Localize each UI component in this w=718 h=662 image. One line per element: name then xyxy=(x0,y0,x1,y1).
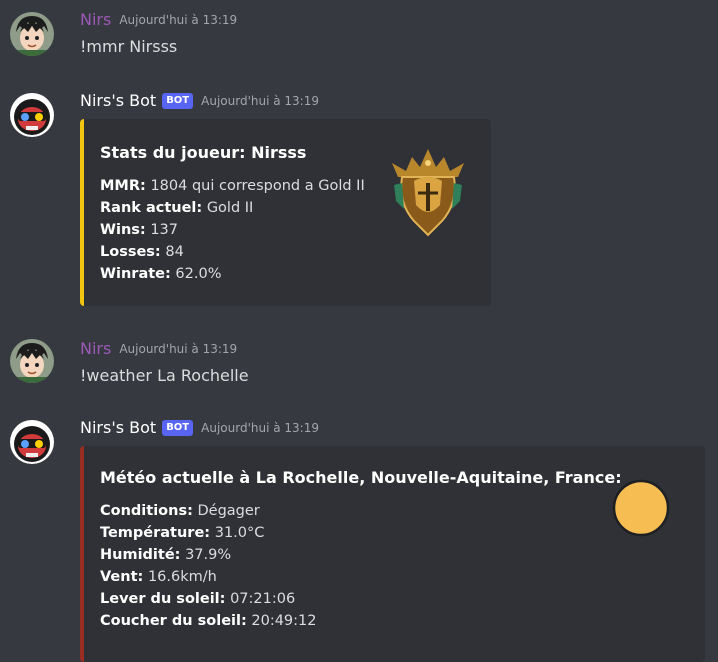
field-label: Température: xyxy=(100,525,211,541)
message-text: !mmr Nirsss xyxy=(80,37,178,56)
field-value: 20:49:12 xyxy=(251,613,317,629)
embed-field: Vent: 16.6km/h xyxy=(100,569,217,585)
field-label: Coucher du soleil: xyxy=(100,613,247,629)
bot-avatar[interactable] xyxy=(10,420,54,464)
message-header: Nirs's Bot BOT Aujourd'hui à 13:19 xyxy=(80,418,319,437)
field-value: 137 xyxy=(150,222,179,238)
embed-field: Lever du soleil: 07:21:06 xyxy=(100,591,295,607)
field-label: Wins: xyxy=(100,222,146,238)
embed-field: Température: 31.0°C xyxy=(100,525,264,541)
embed-field: Conditions: Dégager xyxy=(100,503,260,519)
field-value: 07:21:06 xyxy=(230,591,296,607)
field-label: MMR: xyxy=(100,178,146,194)
embed-field: Humidité: 37.9% xyxy=(100,547,231,563)
bot-tag: BOT xyxy=(162,419,194,436)
field-value: 1804 qui correspond a Gold II xyxy=(150,178,365,194)
timestamp: Aujourd'hui à 13:19 xyxy=(201,420,319,435)
field-label: Losses: xyxy=(100,244,161,260)
embed-title: Météo actuelle à La Rochelle, Nouvelle-A… xyxy=(100,468,622,487)
bot-avatar[interactable] xyxy=(10,93,54,137)
embed-field: Wins: 137 xyxy=(100,222,178,238)
username[interactable]: Nirs's Bot xyxy=(80,418,156,437)
timestamp: Aujourd'hui à 13:19 xyxy=(119,341,238,356)
embed-accent-bar xyxy=(80,119,84,306)
field-label: Conditions: xyxy=(100,503,193,519)
embed-field: Winrate: 62.0% xyxy=(100,266,221,282)
field-value: 31.0°C xyxy=(214,525,265,541)
timestamp: Aujourd'hui à 13:19 xyxy=(201,93,319,108)
field-label: Rank actuel: xyxy=(100,200,203,216)
embed: Stats du joueur: Nirsss MMR: 1804 qui co… xyxy=(80,119,491,306)
message-header: Nirs's Bot BOT Aujourd'hui à 13:19 xyxy=(80,91,319,110)
field-label: Vent: xyxy=(100,569,144,585)
message-header: Nirs Aujourd'hui à 13:19 xyxy=(80,339,237,358)
user-avatar[interactable] xyxy=(10,339,54,383)
embed-accent-bar xyxy=(80,446,84,662)
message-3: Nirs Aujourd'hui à 13:19 !weather La Roc… xyxy=(0,339,718,395)
gold-rank-emblem-icon[interactable] xyxy=(388,143,468,239)
message-1: Nirs Aujourd'hui à 13:19 !mmr Nirsss xyxy=(0,10,718,66)
message-2: Nirs's Bot BOT Aujourd'hui à 13:19 Stats… xyxy=(0,91,718,311)
embed: Météo actuelle à La Rochelle, Nouvelle-A… xyxy=(80,446,705,662)
embed-field: Losses: 84 xyxy=(100,244,184,260)
field-value: 84 xyxy=(165,244,184,260)
field-label: Humidité: xyxy=(100,547,181,563)
embed-title: Stats du joueur: Nirsss xyxy=(100,143,307,162)
embed-field: MMR: 1804 qui correspond a Gold II xyxy=(100,178,365,194)
sun-icon[interactable] xyxy=(612,479,670,537)
field-value: 16.6km/h xyxy=(147,569,217,585)
username[interactable]: Nirs's Bot xyxy=(80,91,156,110)
message-header: Nirs Aujourd'hui à 13:19 xyxy=(80,10,237,29)
username[interactable]: Nirs xyxy=(80,10,111,29)
field-label: Lever du soleil: xyxy=(100,591,226,607)
field-value: Gold II xyxy=(206,200,254,216)
bot-tag: BOT xyxy=(162,92,194,109)
user-avatar[interactable] xyxy=(10,12,54,56)
embed-field: Coucher du soleil: 20:49:12 xyxy=(100,613,317,629)
field-value: 37.9% xyxy=(185,547,232,563)
field-value: 62.0% xyxy=(175,266,222,282)
message-4: Nirs's Bot BOT Aujourd'hui à 13:19 Météo… xyxy=(0,418,718,662)
field-label: Winrate: xyxy=(100,266,171,282)
username[interactable]: Nirs xyxy=(80,339,111,358)
field-value: Dégager xyxy=(197,503,260,519)
message-text: !weather La Rochelle xyxy=(80,366,249,385)
embed-field: Rank actuel: Gold II xyxy=(100,200,253,216)
timestamp: Aujourd'hui à 13:19 xyxy=(119,12,238,27)
